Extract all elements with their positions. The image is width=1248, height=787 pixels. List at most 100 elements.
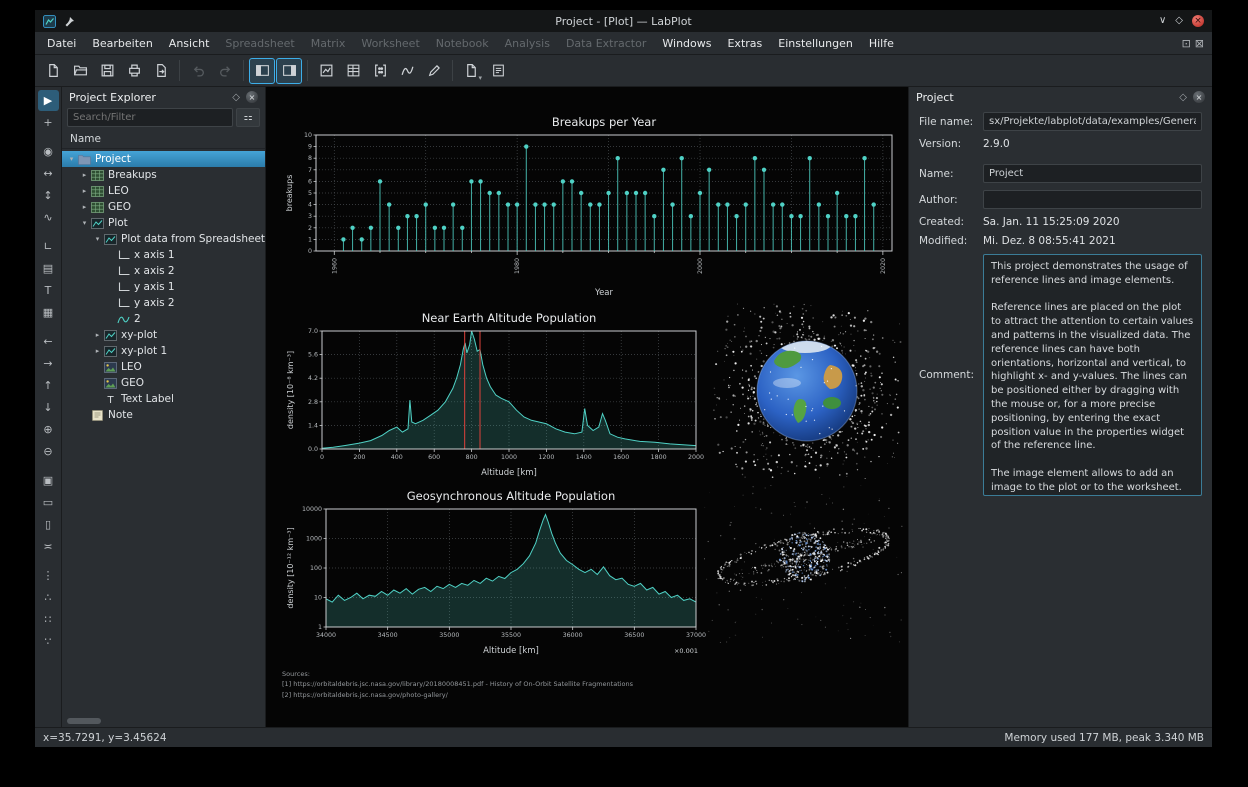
version-value: 2.9.0	[983, 138, 1010, 150]
zoom-out-tool-icon[interactable]: ⊖	[38, 441, 59, 462]
add-image-tool-icon[interactable]: ▦	[38, 302, 59, 323]
zoom-in-tool-icon[interactable]: ⊕	[38, 419, 59, 440]
group-tool-icon[interactable]: ∷	[38, 609, 59, 630]
shift-right-tool-icon[interactable]: →	[38, 353, 59, 374]
tree-item-y-axis-2[interactable]: y axis 2	[62, 295, 265, 311]
name-input[interactable]	[983, 164, 1202, 183]
tree-item-plot-data-from-spreadsheet[interactable]: ▾ Plot data from Spreadsheet	[62, 231, 265, 247]
author-input[interactable]	[983, 190, 1202, 209]
add-legend-tool-icon[interactable]: ▤	[38, 258, 59, 279]
menu-extras[interactable]: Extras	[719, 35, 770, 52]
horizontal-scrollbar[interactable]	[67, 718, 101, 724]
tree-item-plot[interactable]: ▾ Plot	[62, 215, 265, 231]
leo-debris-canvas[interactable]	[712, 303, 902, 479]
shift-down-tool-icon[interactable]: ↓	[38, 397, 59, 418]
pin-icon[interactable]	[63, 15, 76, 28]
plot-geosynchronous-canvas[interactable]: 34000 34500 35000 35500 36000 36500 37000 1 10 10…	[282, 487, 706, 671]
worksheet-view[interactable]: 0 1 2 3 4 5 6 7 8 9 10 1960 1980 2000 2020 Breakups per…	[266, 87, 908, 727]
select-cursor-icon[interactable]: ▶	[37, 90, 59, 111]
expander-icon[interactable]: ▸	[92, 331, 103, 339]
tree-item-geo[interactable]: GEO	[62, 375, 265, 391]
distribute-tool-icon[interactable]: ∴	[38, 587, 59, 608]
plot-breakups-canvas[interactable]: 0 1 2 3 4 5 6 7 8 9 10 1960 1980 2000 2020 Breakups per…	[282, 113, 900, 301]
expander-icon[interactable]: ▾	[92, 235, 103, 243]
plot-geosynchronous-container[interactable]: 34000 34500 35000 35500 36000 36500 37000 1 10 10…	[282, 487, 706, 671]
menu-hilfe[interactable]: Hilfe	[861, 35, 902, 52]
export-dropdown-button[interactable]: ▾	[458, 58, 484, 84]
toggle-properties-dock-button[interactable]	[276, 57, 302, 84]
mdi-close-icon[interactable]: ⊠	[1195, 37, 1204, 50]
filter-options-button[interactable]: ⚏	[236, 108, 260, 127]
geo-debris-image[interactable]	[704, 485, 904, 643]
new-worksheet-button[interactable]	[313, 58, 339, 84]
maximize-icon[interactable]: ◇	[1175, 16, 1183, 26]
crosshair-tool-icon[interactable]: +	[38, 112, 59, 133]
edit-tool-button[interactable]	[421, 58, 447, 84]
zoom-y-tool-icon[interactable]: ↕	[38, 185, 59, 206]
float-dock-icon[interactable]: ◇	[232, 92, 240, 103]
expander-icon[interactable]: ▸	[79, 171, 90, 179]
geo-debris-canvas[interactable]	[704, 485, 904, 643]
tree-item-project[interactable]: ▾ Project	[62, 151, 265, 167]
tree-item-geo[interactable]: ▸ GEO	[62, 199, 265, 215]
leo-debris-image[interactable]	[712, 303, 902, 479]
expander-icon[interactable]: ▸	[92, 347, 103, 355]
expander-icon[interactable]: ▾	[66, 155, 77, 163]
new-file-button[interactable]	[40, 58, 66, 84]
zoom-select-tool-icon[interactable]: ◉	[38, 141, 59, 162]
zoom-x-tool-icon[interactable]: ↔	[38, 163, 59, 184]
tree-item-x-axis-1[interactable]: x axis 1	[62, 247, 265, 263]
close-dock-icon[interactable]: ×	[246, 91, 258, 103]
ungroup-tool-icon[interactable]: ∵	[38, 631, 59, 652]
add-text-tool-icon[interactable]: T	[38, 280, 59, 301]
file-name-input[interactable]	[983, 112, 1202, 131]
new-xy-curve-button[interactable]	[394, 58, 420, 84]
shift-up-tool-icon[interactable]: ↑	[38, 375, 59, 396]
menu-datei[interactable]: Datei	[39, 35, 84, 52]
export-button[interactable]	[148, 58, 174, 84]
expander-icon[interactable]: ▸	[79, 203, 90, 211]
new-spreadsheet-button[interactable]	[340, 58, 366, 84]
menu-bearbeiten[interactable]: Bearbeiten	[84, 35, 160, 52]
menu-einstellungen[interactable]: Einstellungen	[770, 35, 861, 52]
tree-item-xy-plot[interactable]: ▸ xy-plot	[62, 327, 265, 343]
tree-item-note[interactable]: Note	[62, 407, 265, 423]
print-button[interactable]	[121, 58, 147, 84]
tree-item-leo[interactable]: ▸ LEO	[62, 183, 265, 199]
add-curve-tool-icon[interactable]: ∿	[38, 207, 59, 228]
shift-left-tool-icon[interactable]: ←	[38, 331, 59, 352]
toggle-project-explorer-button[interactable]	[249, 57, 275, 84]
mdi-restore-icon[interactable]: ⊡	[1182, 37, 1191, 50]
comment-box[interactable]: This project demonstrates the usage of r…	[983, 254, 1202, 496]
titlebar[interactable]: Project - [Plot] — LabPlot ∨ ◇ ×	[35, 10, 1212, 32]
plot-near-earth-canvas[interactable]: 0 200 400 600 800 1000 1200 1400 1600 1800 2000 0.0…	[282, 309, 706, 485]
search-input[interactable]	[67, 108, 233, 127]
zoom-fit-tool-icon[interactable]: ▣	[38, 470, 59, 491]
menu-ansicht[interactable]: Ansicht	[161, 35, 218, 52]
open-file-button[interactable]	[67, 58, 93, 84]
close-icon[interactable]: ×	[1192, 15, 1204, 27]
tree-item-text-label[interactable]: T Text Label	[62, 391, 265, 407]
float-dock-icon[interactable]: ◇	[1179, 92, 1187, 103]
close-dock-icon[interactable]: ×	[1193, 91, 1205, 103]
expander-icon[interactable]: ▾	[79, 219, 90, 227]
add-axis-tool-icon[interactable]: ∟	[38, 236, 59, 257]
save-file-button[interactable]	[94, 58, 120, 84]
align-tool-icon[interactable]: ⋮	[38, 565, 59, 586]
menu-windows[interactable]: Windows	[654, 35, 719, 52]
zoom-fit-y-tool-icon[interactable]: ▯	[38, 514, 59, 535]
tree-item-xy-plot-1[interactable]: ▸ xy-plot 1	[62, 343, 265, 359]
zoom-fit-x-tool-icon[interactable]: ▭	[38, 492, 59, 513]
scale-auto-tool-icon[interactable]: ≍	[38, 536, 59, 557]
expander-icon[interactable]: ▸	[79, 187, 90, 195]
tree-item-2[interactable]: 2	[62, 311, 265, 327]
tree-item-y-axis-1[interactable]: y axis 1	[62, 279, 265, 295]
tree-item-x-axis-2[interactable]: x axis 2	[62, 263, 265, 279]
tree-item-leo[interactable]: LEO	[62, 359, 265, 375]
new-matrix-button[interactable]	[367, 58, 393, 84]
plot-breakups-container[interactable]: 0 1 2 3 4 5 6 7 8 9 10 1960 1980 2000 2020 Breakups per…	[282, 113, 900, 301]
plot-near-earth-container[interactable]: 0 200 400 600 800 1000 1200 1400 1600 1800 2000 0.0…	[282, 309, 706, 485]
minimize-icon[interactable]: ∨	[1159, 16, 1166, 26]
new-note-button[interactable]	[485, 58, 511, 84]
tree-item-breakups[interactable]: ▸ Breakups	[62, 167, 265, 183]
